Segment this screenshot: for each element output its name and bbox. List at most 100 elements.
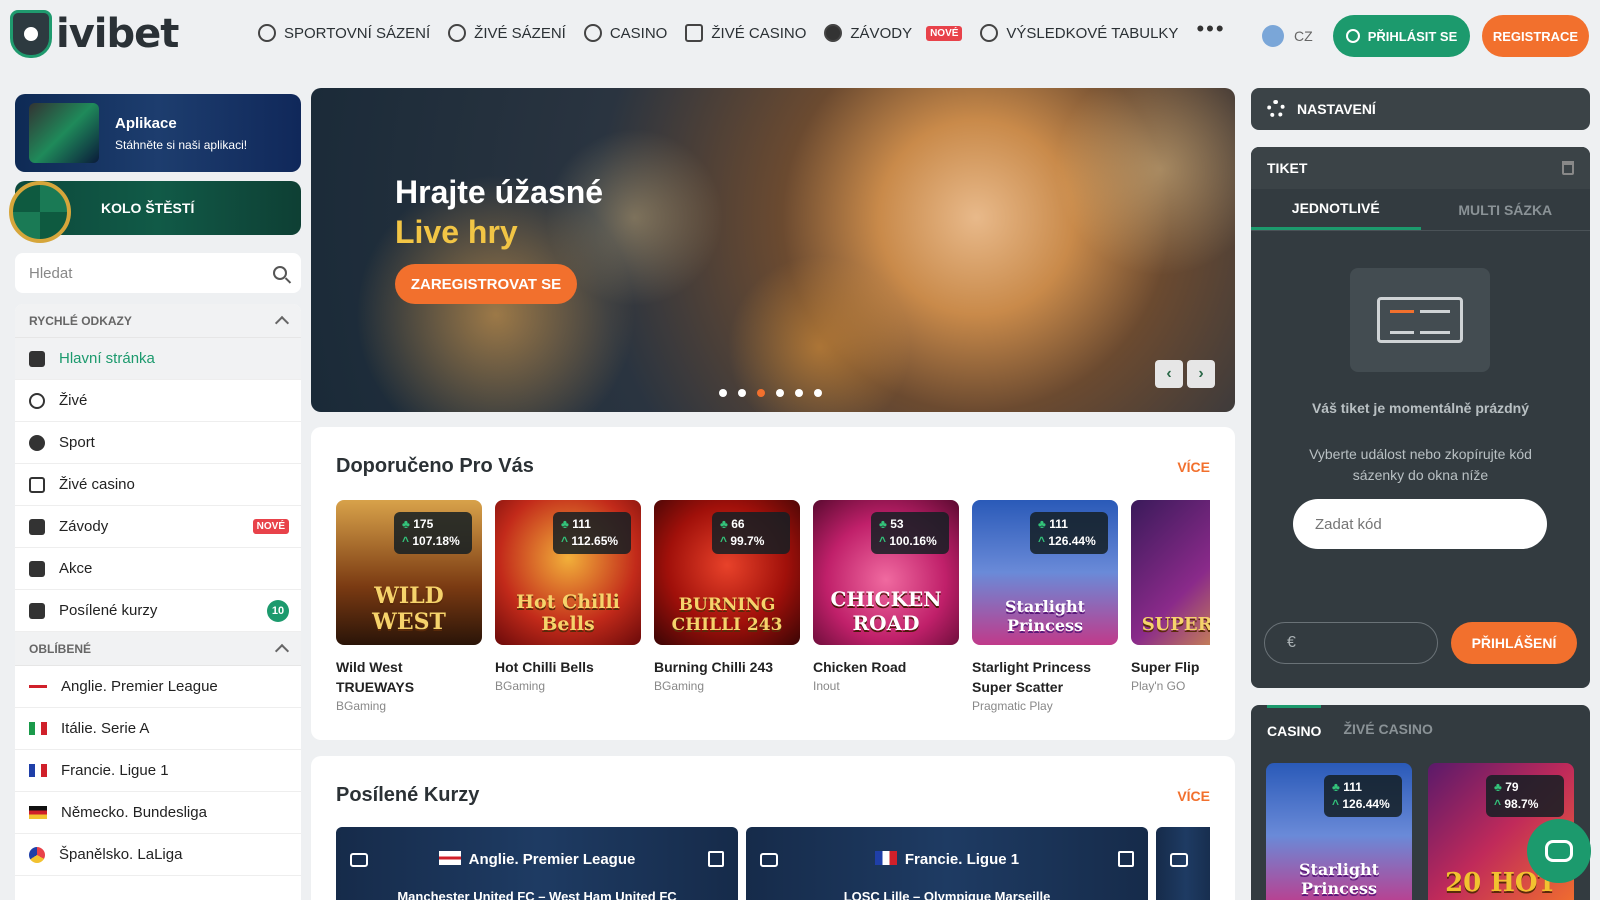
france-flag-icon (29, 764, 47, 777)
carousel-dot[interactable] (795, 389, 803, 397)
stats-icon[interactable] (708, 851, 724, 867)
game-logo: Starlight Princess (1004, 597, 1086, 635)
wheel-of-fortune-card[interactable]: KOLO ŠTĚSTÍ (9, 181, 301, 243)
sidebar-item-bundesliga[interactable]: Německo. Bundesliga (15, 792, 301, 834)
rtp-icon: ^ (561, 534, 569, 548)
recommended-section: Doporučeno Pro Vás VÍCE ♣ 175 ^ 107.18% W… (311, 427, 1235, 740)
game-card[interactable]: ♣ 53 ^ 100.16% CHICKEN ROAD Chicken Road … (813, 500, 959, 713)
carousel-dot[interactable] (719, 389, 727, 397)
game-card[interactable]: ♣ 111 ^ 126.44% Starlight Princess (1266, 763, 1412, 900)
broadcast-icon (29, 392, 45, 409)
bet-code-input[interactable] (1293, 499, 1547, 549)
search-input[interactable]: Hledat (15, 253, 301, 293)
chevron-up-icon (274, 643, 290, 659)
tab-single[interactable]: JEDNOTLIVÉ (1251, 189, 1421, 230)
sidebar-item-live-casino[interactable]: Živé casino (15, 464, 301, 506)
search-placeholder: Hledat (29, 264, 73, 282)
app-subtitle: Stáhněte si naši aplikaci! (115, 137, 248, 152)
search-icon[interactable] (273, 266, 287, 280)
game-card[interactable]: ♣ 111 ^ 126.44% Starlight Princess Starli… (972, 500, 1118, 713)
more-link[interactable]: VÍCE (1177, 788, 1210, 804)
nav-sports-betting[interactable]: SPORTOVNÍ SÁZENÍ (258, 24, 430, 42)
game-card[interactable]: SUPER FLIP Super Flip Play'n GO (1131, 500, 1210, 713)
game-stats: ♣ 175 ^ 107.18% (394, 512, 472, 554)
casino-widget-tabs: CASINO ŽIVÉ CASINO (1251, 705, 1590, 749)
sidebar-item-premier-league[interactable]: Anglie. Premier League (15, 666, 301, 708)
sidebar-item-live[interactable]: Živé (15, 380, 301, 422)
players-icon: ♣ (879, 517, 887, 531)
england-flag-icon (29, 680, 47, 693)
bet-slip-header: TIKET (1251, 147, 1590, 189)
sidebar-item-boosted-odds[interactable]: Posílené kurzy 10 (15, 590, 301, 632)
carousel-dot[interactable] (814, 389, 822, 397)
banner-register-button[interactable]: ZAREGISTROVAT SE (395, 264, 577, 304)
next-slide-button[interactable]: › (1187, 360, 1215, 388)
game-logo: BURNING CHILLI 243 (671, 595, 783, 635)
nav-leaderboards[interactable]: VÝSLEDKOVÉ TABULKY (980, 24, 1178, 42)
trash-icon[interactable] (1562, 161, 1574, 175)
game-thumbnail: ♣ 175 ^ 107.18% WILD WEST (336, 500, 482, 645)
logo-text: ivibet (56, 11, 179, 57)
register-button[interactable]: REGISTRACE (1482, 15, 1589, 57)
sidebar-item-serie-a[interactable]: Itálie. Serie A (15, 708, 301, 750)
game-card[interactable]: ♣ 111 ^ 112.65% Hot Chilli Bells Hot Chil… (495, 500, 641, 713)
tab-multi[interactable]: MULTI SÁZKA (1421, 189, 1591, 230)
nav-live-casino[interactable]: ŽIVÉ CASINO (685, 24, 806, 42)
sidebar-item-sport[interactable]: Sport (15, 422, 301, 464)
count-badge: 10 (267, 599, 289, 622)
login-button[interactable]: PŘIHLÁSIT SE (1333, 15, 1470, 57)
app-download-card[interactable]: Aplikace Stáhněte si naši aplikaci! (15, 94, 301, 172)
sidebar-item-races[interactable]: Závody NOVÉ (15, 506, 301, 548)
prev-slide-button[interactable]: ‹ (1155, 360, 1183, 388)
banner-headline: Hrajte úžasné (395, 174, 604, 210)
sidebar-item-ligue-1[interactable]: Francie. Ligue 1 (15, 750, 301, 792)
ticket-login-button[interactable]: PŘIHLÁŠENÍ (1451, 622, 1577, 664)
bet-slip-title: TIKET (1267, 160, 1308, 176)
sidebar-item-home[interactable]: Hlavní stránka (15, 338, 301, 380)
game-card[interactable]: ♣ 66 ^ 99.7% BURNING CHILLI 243 Burning C… (654, 500, 800, 713)
tab-casino[interactable]: CASINO (1267, 705, 1322, 749)
hero-banner[interactable]: Hrajte úžasné Live hry ZAREGISTROVAT SE … (311, 88, 1235, 412)
match-card[interactable]: Anglie. Premier League Manchester United… (336, 827, 738, 900)
new-badge: NOVÉ (926, 25, 963, 41)
more-link[interactable]: VÍCE (1177, 459, 1210, 475)
main-nav: SPORTOVNÍ SÁZENÍ ŽIVÉ SÁZENÍ CASINO ŽIVÉ… (258, 16, 1226, 42)
gear-icon (1267, 100, 1285, 118)
game-name: Burning Chilli 243 (654, 659, 774, 675)
players-icon: ♣ (1332, 780, 1340, 794)
quick-links-header[interactable]: RYCHLÉ ODKAZY (15, 304, 301, 338)
carousel-dot[interactable] (776, 389, 784, 397)
game-thumbnail: ♣ 66 ^ 99.7% BURNING CHILLI 243 (654, 500, 800, 645)
live-chat-button[interactable] (1527, 819, 1591, 883)
players-icon: ♣ (561, 517, 569, 531)
sidebar-item-laliga[interactable]: Španělsko. LaLiga (15, 834, 301, 876)
favorites-header[interactable]: OBLÍBENÉ (15, 632, 301, 666)
carousel-dot[interactable] (738, 389, 746, 397)
laurel-icon (980, 24, 999, 42)
match-card[interactable]: Francie. Ligue 1 LOSC Lille – Olympique … (746, 827, 1148, 900)
horse-icon (29, 518, 45, 535)
nav-casino[interactable]: CASINO (583, 24, 667, 42)
match-card[interactable] (1156, 827, 1210, 900)
players-icon: ♣ (402, 517, 410, 531)
logo[interactable]: ivibet (10, 10, 179, 58)
game-provider: Pragmatic Play (972, 699, 1053, 713)
settings-button[interactable]: NASTAVENÍ (1251, 88, 1590, 130)
soccer-ball-icon (29, 434, 45, 451)
game-card[interactable]: ♣ 175 ^ 107.18% WILD WEST Wild West TRUEW… (336, 500, 482, 713)
more-menu-button[interactable]: ••• (1196, 16, 1225, 42)
language-selector[interactable]: CZ (1262, 25, 1313, 47)
tab-live-casino[interactable]: ŽIVÉ CASINO (1343, 721, 1432, 749)
nav-races[interactable]: ZÁVODY (824, 24, 912, 42)
stats-icon[interactable] (1118, 851, 1134, 867)
section-title: Posílené Kurzy (336, 784, 480, 806)
stake-input[interactable]: € (1264, 622, 1438, 664)
video-play-icon[interactable] (1170, 853, 1188, 867)
horse-icon (824, 24, 843, 42)
carousel-dot[interactable] (757, 389, 765, 397)
ticket-icon (1350, 268, 1490, 372)
nav-live-betting[interactable]: ŽIVÉ SÁZENÍ (448, 24, 566, 42)
user-icon (1345, 29, 1360, 43)
sidebar-item-promotions[interactable]: Akce (15, 548, 301, 590)
banner-headline-highlight: Live hry (395, 214, 518, 250)
